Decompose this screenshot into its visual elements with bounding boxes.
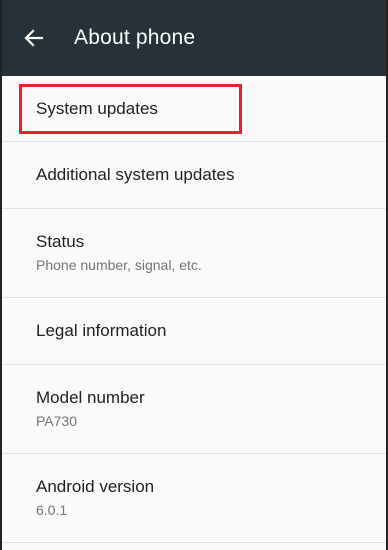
list-item-title: Android version <box>36 477 155 496</box>
list-item-status[interactable]: Status Phone number, signal, etc. <box>2 209 386 298</box>
list-item-title: Additional system updates <box>36 165 235 184</box>
list-item-title: Status <box>36 232 85 251</box>
list-item-title: System updates <box>36 98 158 118</box>
app-toolbar: About phone <box>2 0 386 76</box>
list-item-model-number[interactable]: Model number PA730 <box>2 365 386 454</box>
list-item-android-version[interactable]: Android version 6.0.1 <box>2 454 386 543</box>
arrow-back-icon <box>24 29 44 47</box>
list-item-title: Model number <box>36 388 145 407</box>
settings-list: System updates Additional system updates… <box>2 76 386 543</box>
list-item-summary: 6.0.1 <box>36 502 68 518</box>
page-title: About phone <box>74 26 196 49</box>
list-item-additional-system-updates[interactable]: Additional system updates <box>2 142 386 209</box>
screen: About phone System updates Additional sy… <box>0 0 388 550</box>
back-button[interactable] <box>4 0 64 76</box>
list-item-title: Legal information <box>36 321 167 340</box>
list-item-summary: PA730 <box>36 413 77 429</box>
list-item-summary: Phone number, signal, etc. <box>36 257 202 273</box>
list-item-system-updates[interactable]: System updates <box>2 76 386 142</box>
list-item-legal-information[interactable]: Legal information <box>2 298 386 365</box>
